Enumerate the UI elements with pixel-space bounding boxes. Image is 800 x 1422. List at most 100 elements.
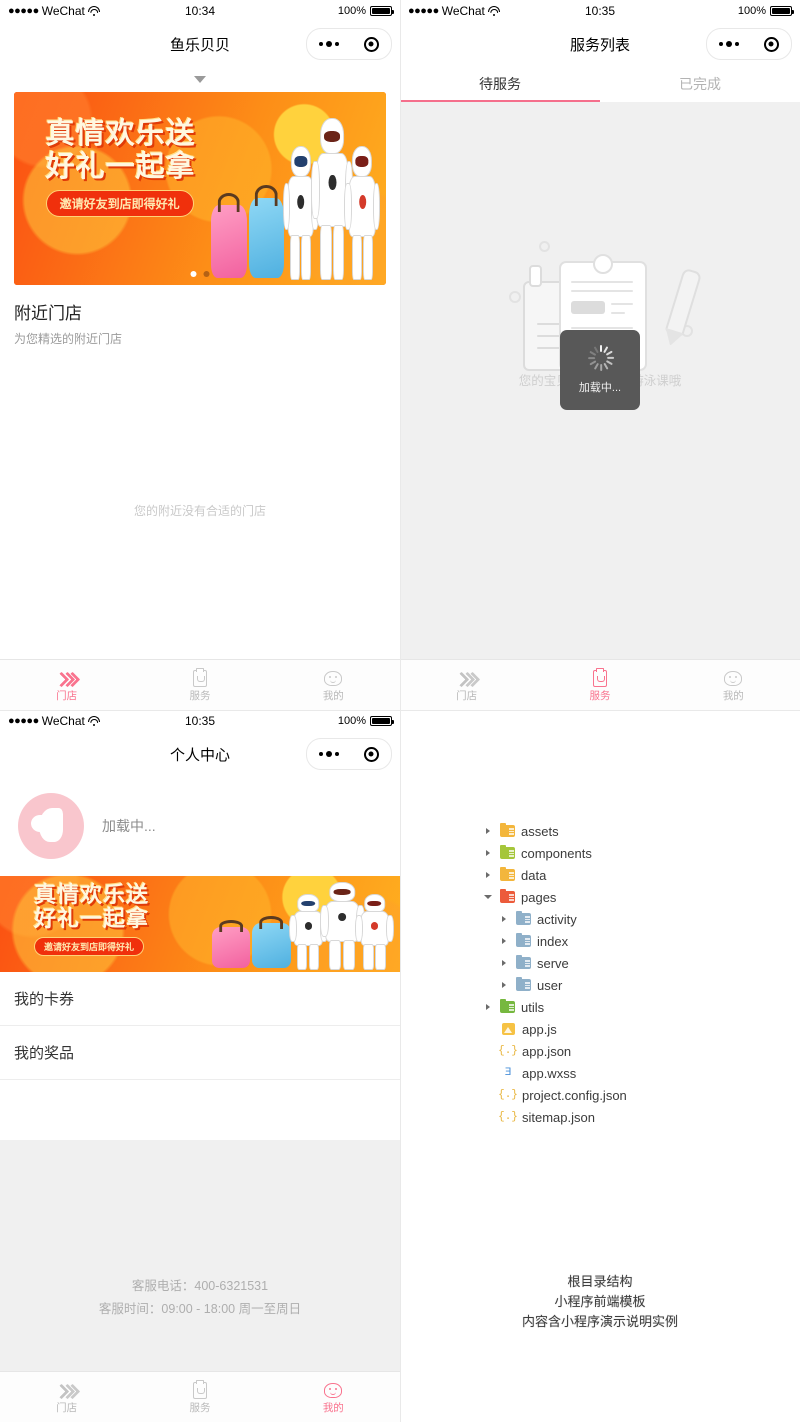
tab-store[interactable]: 门店 bbox=[400, 668, 533, 702]
tree-node-assets[interactable]: assets bbox=[482, 820, 627, 842]
tabbar-panel3: 门店 服务 我的 bbox=[0, 1371, 400, 1422]
store-icon bbox=[53, 1380, 80, 1401]
chevron-down-icon[interactable] bbox=[484, 895, 492, 899]
tab-service-label: 服务 bbox=[189, 1402, 211, 1415]
tab-completed[interactable]: 已完成 bbox=[600, 66, 800, 102]
folder-icon bbox=[516, 954, 531, 969]
illus-chip bbox=[571, 301, 605, 314]
menu-item-my-prizes[interactable]: 我的奖品 bbox=[0, 1026, 400, 1080]
profile-header[interactable]: 加载中... bbox=[0, 776, 400, 876]
json-file-icon: {.} bbox=[498, 1111, 518, 1123]
wechat-capsule-button[interactable] bbox=[306, 28, 392, 60]
wechat-capsule-button[interactable] bbox=[706, 28, 792, 60]
tab-store[interactable]: 门店 bbox=[0, 1380, 133, 1414]
tree-node-label: serve bbox=[537, 955, 569, 971]
tree-twisty[interactable] bbox=[482, 828, 494, 834]
more-menu-icon[interactable] bbox=[319, 41, 340, 47]
banner-text-block: 真情欢乐送 好礼一起拿 邀请好友到店即得好礼 bbox=[45, 116, 196, 218]
navbar-panel2: 服务列表 bbox=[400, 22, 800, 66]
chevron-right-icon[interactable] bbox=[502, 916, 506, 922]
tree-node-sitemap-json[interactable]: {.} sitemap.json bbox=[482, 1106, 627, 1128]
tree-twisty[interactable] bbox=[482, 895, 494, 899]
chevron-right-icon[interactable] bbox=[486, 850, 490, 856]
tree-node-label: app.wxss bbox=[522, 1065, 577, 1081]
face-icon bbox=[321, 668, 345, 689]
tree-twisty[interactable] bbox=[498, 960, 510, 966]
statusbar-panel2: ●●●●● WeChat 10:35 100% bbox=[400, 0, 800, 22]
tree-node-label: components bbox=[521, 845, 592, 861]
tree-node-components[interactable]: components bbox=[482, 842, 627, 864]
tree-node-project-config-json[interactable]: {.} project.config.json bbox=[482, 1084, 627, 1106]
carousel-dot-2[interactable] bbox=[203, 271, 210, 277]
tree-node-data[interactable]: data bbox=[482, 864, 627, 886]
tree-node-app-json[interactable]: {.} app.json bbox=[482, 1040, 627, 1062]
tree-twisty[interactable] bbox=[482, 872, 494, 878]
dropdown-toggle-row[interactable] bbox=[0, 66, 400, 92]
carousel-indicator[interactable] bbox=[190, 271, 210, 277]
tree-node-pages[interactable]: pages bbox=[482, 886, 627, 908]
tree-node-activity[interactable]: activity bbox=[482, 908, 627, 930]
tab-service[interactable]: 服务 bbox=[133, 668, 266, 702]
banner-cta-pill[interactable]: 邀请好友到店即得好礼 bbox=[45, 190, 194, 218]
tree-twisty[interactable] bbox=[498, 938, 510, 944]
tab-mine[interactable]: 我的 bbox=[267, 668, 400, 702]
tree-node-user[interactable]: user bbox=[482, 974, 627, 996]
tab-mine[interactable]: 我的 bbox=[267, 1380, 400, 1414]
more-menu-icon[interactable] bbox=[319, 751, 340, 757]
chevron-right-icon[interactable] bbox=[486, 872, 490, 878]
more-menu-icon[interactable] bbox=[719, 41, 740, 47]
banner-cta-pill[interactable]: 邀请好友到店即得好礼 bbox=[34, 936, 145, 956]
tabbar-panel1: 门店 服务 我的 bbox=[0, 659, 400, 710]
promo-banner[interactable]: 真情欢乐送 好礼一起拿 邀请好友到店即得好礼 bbox=[0, 876, 400, 972]
navbar-panel1: 鱼乐贝贝 bbox=[0, 22, 400, 66]
close-target-icon[interactable] bbox=[363, 36, 379, 52]
promo-banner-carousel[interactable]: 真情欢乐送 好礼一起拿 邀请好友到店即得好礼 bbox=[14, 92, 386, 285]
tab-pending-service[interactable]: 待服务 bbox=[400, 66, 600, 102]
blue-bag bbox=[252, 923, 291, 969]
nearby-stores-section: 附近门店 为您精选的附近门店 bbox=[0, 285, 400, 357]
wechat-capsule-button[interactable] bbox=[306, 738, 392, 770]
chevron-right-icon[interactable] bbox=[486, 1004, 490, 1010]
tree-node-app-js[interactable]: app.js bbox=[482, 1018, 627, 1040]
tree-node-serve[interactable]: serve bbox=[482, 952, 627, 974]
panel-divider-horizontal bbox=[0, 710, 800, 711]
nearby-stores-empty-text: 您的附近没有合适的门店 bbox=[0, 482, 400, 539]
tree-node-index[interactable]: index bbox=[482, 930, 627, 952]
battery-icon bbox=[370, 716, 394, 726]
close-target-icon[interactable] bbox=[363, 746, 379, 762]
tab-store-label: 门店 bbox=[56, 1402, 78, 1415]
caption-line-3: 内容含小程序演示说明实例 bbox=[521, 1313, 678, 1329]
tab-service[interactable]: 服务 bbox=[133, 1380, 266, 1414]
carousel-dot-1[interactable] bbox=[190, 271, 197, 277]
tree-node-app-wxss[interactable]: Ǝapp.wxss bbox=[482, 1062, 627, 1084]
tree-node-label: utils bbox=[521, 999, 545, 1015]
banner-line-2: 好礼一起拿 bbox=[34, 907, 150, 933]
banner-line-1: 真情欢乐送 bbox=[45, 116, 196, 151]
tree-node-label: activity bbox=[537, 911, 577, 927]
tab-mine[interactable]: 我的 bbox=[667, 668, 800, 702]
caption-line-2: 小程序前端模板 bbox=[554, 1293, 646, 1309]
tree-twisty[interactable] bbox=[482, 1004, 494, 1010]
folder-icon bbox=[500, 822, 515, 837]
tab-service[interactable]: 服务 bbox=[533, 668, 666, 702]
tab-mine-label: 我的 bbox=[722, 690, 744, 703]
tree-twisty[interactable] bbox=[498, 916, 510, 922]
tree-twisty[interactable] bbox=[498, 982, 510, 988]
chevron-right-icon[interactable] bbox=[502, 938, 506, 944]
tree-node-utils[interactable]: utils bbox=[482, 996, 627, 1018]
folder-icon bbox=[500, 844, 515, 859]
tab-store[interactable]: 门店 bbox=[0, 668, 133, 702]
tree-twisty[interactable] bbox=[482, 850, 494, 856]
folder-icon bbox=[500, 866, 515, 881]
panel-file-tree: assets components data pages activity index se… bbox=[400, 710, 800, 1422]
tree-node-label: pages bbox=[521, 889, 557, 905]
chevron-down-icon[interactable] bbox=[194, 75, 206, 83]
menu-item-my-cards[interactable]: 我的卡券 bbox=[0, 972, 400, 1026]
chevron-right-icon[interactable] bbox=[502, 982, 506, 988]
chevron-right-icon[interactable] bbox=[486, 828, 490, 834]
close-target-icon[interactable] bbox=[763, 36, 779, 52]
panel-store-home: ●●●●● WeChat 10:34 100% 鱼乐贝贝 真情欢乐送 好礼一起拿… bbox=[0, 0, 400, 710]
avatar[interactable] bbox=[18, 793, 84, 859]
chevron-right-icon[interactable] bbox=[502, 960, 506, 966]
banner-robot-artwork bbox=[208, 881, 395, 972]
